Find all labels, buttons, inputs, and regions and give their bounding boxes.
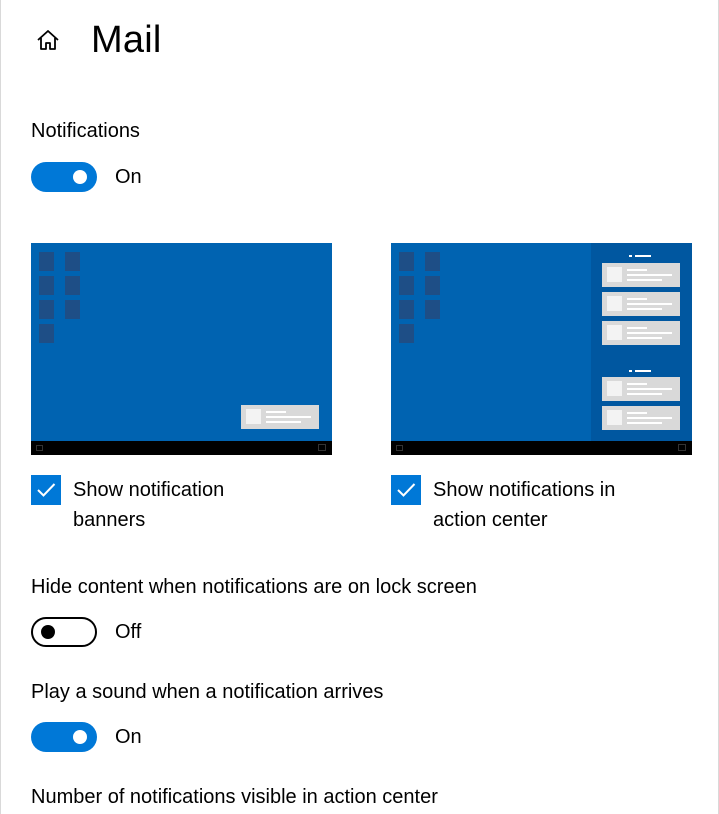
action-center-icon [678, 444, 686, 451]
visible-count-label: Number of notifications visible in actio… [31, 786, 438, 808]
hide-content-label: Hide content when notifications are on l… [31, 576, 477, 598]
toast-banner [602, 377, 680, 401]
toggle-knob [73, 170, 87, 184]
toast-image [607, 267, 622, 282]
toast-line [266, 411, 286, 413]
desktop-icon [399, 300, 414, 319]
start-button-icon [396, 445, 403, 451]
notifications-label: Notifications [31, 120, 140, 142]
play-sound-toggle-state: On [115, 725, 142, 748]
page-title: Mail [91, 18, 162, 61]
toast-line [627, 332, 672, 334]
settings-window: Mail Notifications On Show notification … [0, 0, 719, 814]
desktop-icon [425, 252, 440, 271]
toast-line [266, 416, 311, 418]
toggle-knob [73, 730, 87, 744]
show-in-action-center-checkbox[interactable] [391, 475, 421, 505]
toast-line [627, 337, 662, 339]
toast-line [627, 422, 662, 424]
group-header [635, 370, 651, 372]
toast-line [627, 393, 662, 395]
hide-content-toggle-row: Off [31, 617, 141, 647]
toast-line [627, 274, 672, 276]
show-banners-label[interactable]: Show notification banners [73, 475, 293, 535]
toast-line [627, 412, 647, 414]
toast-image [607, 296, 622, 311]
hide-content-toggle[interactable] [31, 617, 97, 647]
banner-preview-image [31, 243, 332, 455]
toast-banner [241, 405, 319, 429]
hide-content-toggle-state: Off [115, 620, 142, 643]
desktop-icon [65, 276, 80, 295]
toast-line [627, 269, 647, 271]
desktop-icon [39, 252, 54, 271]
toast-line [627, 298, 647, 300]
desktop-icon [39, 276, 54, 295]
checkmark-icon [37, 483, 56, 497]
desktop-icon [65, 252, 80, 271]
toggle-knob [41, 625, 55, 639]
taskbar [31, 441, 332, 455]
desktop-icon [425, 300, 440, 319]
home-icon [37, 30, 59, 50]
toast-image [607, 410, 622, 425]
checkmark-icon [397, 483, 416, 497]
toast-line [266, 421, 301, 423]
show-in-action-center-option: Show notifications in action center [391, 475, 653, 535]
action-center-panel [591, 243, 692, 441]
desktop-icon [65, 300, 80, 319]
desktop-icon [39, 300, 54, 319]
toast-line [627, 279, 662, 281]
group-dot [629, 255, 632, 257]
toast-image [607, 325, 622, 340]
show-in-action-center-label[interactable]: Show notifications in action center [433, 475, 653, 535]
toast-line [627, 417, 672, 419]
show-banners-checkbox[interactable] [31, 475, 61, 505]
notifications-toggle-state: On [115, 165, 142, 188]
toast-line [627, 388, 672, 390]
notifications-toggle[interactable] [31, 162, 97, 192]
desktop-icon [399, 252, 414, 271]
toast-line [627, 308, 662, 310]
desktop-icon [399, 324, 414, 343]
home-button[interactable] [31, 23, 65, 57]
toast-banner [602, 292, 680, 316]
group-dot [629, 370, 632, 372]
toast-image [607, 381, 622, 396]
toast-banner [602, 406, 680, 430]
desktop-icon [399, 276, 414, 295]
toast-banner [602, 321, 680, 345]
play-sound-toggle[interactable] [31, 722, 97, 752]
toast-line [627, 383, 647, 385]
action-center-preview-image [391, 243, 692, 455]
play-sound-toggle-row: On [31, 722, 142, 752]
action-center-icon [318, 444, 326, 451]
desktop-icon [425, 276, 440, 295]
toast-image [246, 409, 261, 424]
toast-line [627, 327, 647, 329]
page-header: Mail [31, 18, 161, 62]
show-banners-option: Show notification banners [31, 475, 293, 535]
start-button-icon [36, 445, 43, 451]
toast-line [627, 303, 672, 305]
play-sound-label: Play a sound when a notification arrives [31, 681, 384, 703]
toast-banner [602, 263, 680, 287]
notifications-toggle-row: On [31, 162, 142, 192]
taskbar [391, 441, 692, 455]
group-header [635, 255, 651, 257]
desktop-icon [39, 324, 54, 343]
